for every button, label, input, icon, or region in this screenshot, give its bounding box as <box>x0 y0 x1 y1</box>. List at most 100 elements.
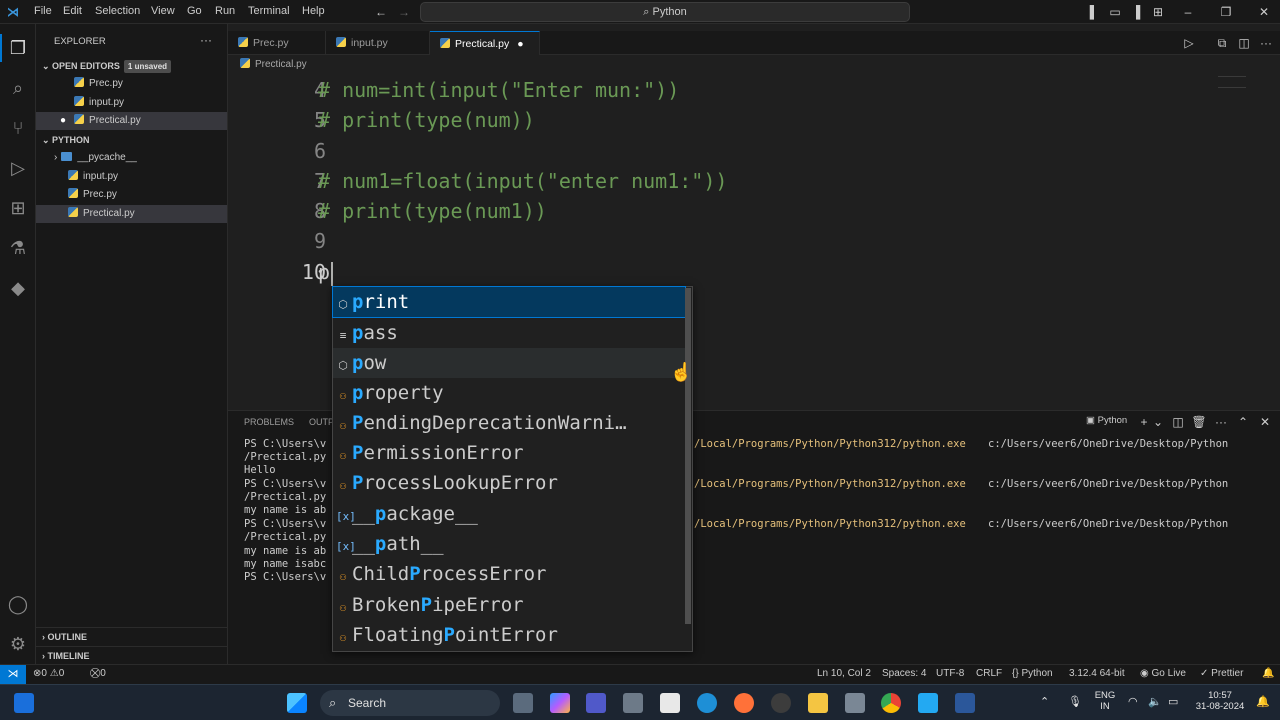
extensions-icon[interactable]: ⊞ <box>6 196 30 220</box>
word-icon[interactable] <box>955 693 975 713</box>
suggestion-item[interactable]: ⚇ FloatingPointError <box>333 620 685 650</box>
chrome-icon[interactable] <box>881 693 901 713</box>
suggestion-item[interactable]: ⚇ PermissionError <box>333 438 685 468</box>
suggest-scrollbar[interactable] <box>685 288 691 624</box>
suggestion-item[interactable]: ⚇ PendingDeprecationWarni… <box>333 408 685 438</box>
microphone-icon[interactable]: 🎙 <box>1068 695 1082 708</box>
tray-chevron-up-icon[interactable]: ⌃ <box>1040 695 1049 708</box>
suggestion-item[interactable]: [x]__package__ <box>333 499 685 529</box>
accounts-icon[interactable]: ◯ <box>6 592 30 616</box>
suggestion-item[interactable]: ⚇ ChildProcessError <box>333 559 685 589</box>
prettier[interactable]: ✓ Prettier <box>1200 668 1243 679</box>
command-center-search[interactable]: ⌕ Python <box>420 2 910 22</box>
file-explorer-icon[interactable] <box>808 693 828 713</box>
testing-icon[interactable]: ⚗ <box>6 236 30 260</box>
task-view-icon[interactable] <box>513 693 533 713</box>
menu-selection[interactable]: Selection <box>95 5 140 17</box>
file-item-active[interactable]: Prectical.py <box>36 205 227 223</box>
explorer-icon[interactable]: ❐ <box>6 36 30 60</box>
menu-edit[interactable]: Edit <box>63 5 82 17</box>
indentation[interactable]: Spaces: 4 <box>882 668 926 679</box>
tab-prec[interactable]: Prec.py <box>228 31 326 55</box>
source-control-icon[interactable]: ⑂ <box>6 116 30 140</box>
python-folder-section[interactable]: ⌄ PYTHON <box>36 131 227 149</box>
settings-gear-icon[interactable]: ⚙ <box>6 632 30 656</box>
tab-problems[interactable]: PROBLEMS <box>244 417 294 427</box>
menu-file[interactable]: File <box>34 5 52 17</box>
folder-item[interactable]: › __pycache__ <box>36 149 227 167</box>
menu-terminal[interactable]: Terminal <box>248 5 290 17</box>
settings-icon[interactable] <box>845 693 865 713</box>
remote-window-icon[interactable]: ⋊ <box>0 665 26 684</box>
suggestion-item[interactable]: ≡ pass <box>333 318 685 348</box>
toggle-panel-icon[interactable]: ▭ <box>1107 4 1123 20</box>
maximize-panel-icon[interactable]: ⌃ <box>1235 414 1251 430</box>
toggle-secondary-sidebar-icon[interactable]: ▐ <box>1128 4 1144 20</box>
toggle-primary-sidebar-icon[interactable]: ▌ <box>1086 4 1102 20</box>
vscode-taskbar-icon[interactable] <box>918 693 938 713</box>
windows-start-icon[interactable] <box>287 693 307 713</box>
store-icon[interactable] <box>660 693 680 713</box>
encoding[interactable]: UTF-8 <box>936 668 964 679</box>
minimize-icon[interactable]: – <box>1180 4 1196 20</box>
problems-status[interactable]: ⊗0 ⚠0 <box>33 668 64 679</box>
split-terminal-icon[interactable]: ◫ <box>1170 414 1186 430</box>
timeline-section[interactable]: › TIMELINE <box>36 646 227 664</box>
breadcrumb[interactable]: Prectical.py <box>240 58 307 70</box>
camera-icon[interactable] <box>623 693 643 713</box>
edge-icon[interactable] <box>697 693 717 713</box>
suggestion-item[interactable]: [x]__path__ <box>333 529 685 559</box>
file-item[interactable]: input.py <box>36 168 227 186</box>
more-actions-icon[interactable]: ··· <box>1258 35 1274 51</box>
end-of-line[interactable]: CRLF <box>976 668 1002 679</box>
taskbar-search[interactable]: ⌕ Search <box>320 690 500 716</box>
more-actions-icon[interactable]: ··· <box>200 33 212 47</box>
windows-widgets-icon[interactable] <box>14 693 34 713</box>
python-interpreter[interactable]: 3.12.4 64-bit <box>1069 668 1125 679</box>
chevron-down-icon[interactable]: ⌄ <box>1150 414 1166 430</box>
menu-help[interactable]: Help <box>302 5 325 17</box>
trash-icon[interactable]: 🗑 <box>1191 414 1207 430</box>
dell-icon[interactable] <box>771 693 791 713</box>
notifications-bell-icon[interactable]: 🔔 <box>1262 668 1274 679</box>
minimap[interactable] <box>1218 76 1246 88</box>
open-editor-item[interactable]: Prec.py <box>36 75 227 93</box>
back-arrow-icon[interactable]: ← <box>373 4 389 20</box>
suggestion-item[interactable]: ⚇ ProcessLookupError <box>333 468 685 498</box>
file-item[interactable]: Prec.py <box>36 186 227 204</box>
tab-prectical[interactable]: Prectical.py ● <box>430 31 540 55</box>
notification-center-icon[interactable]: 🔔 <box>1256 695 1270 708</box>
suggestion-item[interactable]: ⬡ print <box>332 286 686 318</box>
suggestion-item[interactable]: ⚇ BrokenPipeError <box>333 590 685 620</box>
forward-arrow-icon[interactable]: → <box>396 4 412 20</box>
close-panel-icon[interactable]: ✕ <box>1257 414 1273 430</box>
volume-icon[interactable]: 🔈 <box>1148 695 1162 708</box>
teams-icon[interactable] <box>586 693 606 713</box>
open-editor-item[interactable]: input.py <box>36 94 227 112</box>
run-python-icon[interactable]: ▷ <box>1181 35 1197 51</box>
menu-go[interactable]: Go <box>187 5 202 17</box>
run-debug-icon[interactable]: ▷ <box>6 156 30 180</box>
cursor-position[interactable]: Ln 10, Col 2 <box>817 668 871 679</box>
outline-section[interactable]: › OUTLINE <box>36 627 227 645</box>
customize-layout-icon[interactable]: ⊞ <box>1150 4 1166 20</box>
close-icon[interactable]: ✕ <box>1256 4 1272 20</box>
ports-status[interactable]: ⛒0 <box>90 668 106 679</box>
more-actions-icon[interactable]: ··· <box>1213 414 1229 430</box>
firefox-icon[interactable] <box>734 693 754 713</box>
suggestion-item-hover[interactable]: ⬡ pow <box>333 348 685 378</box>
search-icon[interactable]: ⌕ <box>6 76 30 100</box>
input-language[interactable]: ENG IN <box>1094 690 1116 712</box>
tab-output[interactable]: OUTP <box>309 417 334 427</box>
suggestion-item[interactable]: ⚇ property <box>333 378 685 408</box>
restore-icon[interactable]: ❐ <box>1218 4 1234 20</box>
menu-view[interactable]: View <box>151 5 175 17</box>
unsaved-dot-icon[interactable]: ● <box>517 38 523 50</box>
clock[interactable]: 10:57 31-08-2024 <box>1190 690 1250 712</box>
menu-run[interactable]: Run <box>215 5 235 17</box>
battery-icon[interactable]: ▭ <box>1168 695 1178 708</box>
tab-input[interactable]: input.py <box>326 31 430 55</box>
open-changes-icon[interactable]: ⧉ <box>1214 35 1230 51</box>
language-mode[interactable]: {} Python <box>1012 668 1053 679</box>
split-editor-icon[interactable]: ◫ <box>1236 35 1252 51</box>
